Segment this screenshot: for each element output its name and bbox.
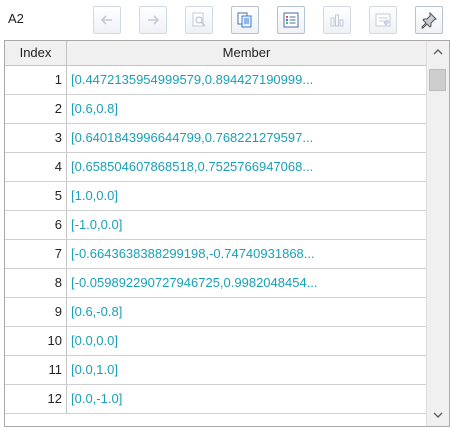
vertical-scrollbar[interactable] <box>426 41 449 426</box>
table-row[interactable]: 5 [1.0,0.0] <box>5 182 426 211</box>
table-row[interactable]: 11 [0.0,1.0] <box>5 356 426 385</box>
row-index: 6 <box>5 211 67 239</box>
arrow-right-icon <box>148 15 160 25</box>
pin-icon <box>421 11 437 29</box>
member-cell[interactable]: [0.0,0.0] <box>67 327 426 355</box>
chevron-down-icon <box>433 412 443 418</box>
table-row[interactable]: 8 [-0.059892290727946725,0.9982048454... <box>5 269 426 298</box>
back-button[interactable] <box>93 6 121 34</box>
bar-chart-icon <box>330 14 344 27</box>
row-index: 11 <box>5 356 67 384</box>
value-table: Index Member 1 [0.4472135954999579,0.8944… <box>4 40 450 427</box>
row-index: 1 <box>5 66 67 94</box>
member-cell[interactable]: [0.4472135954999579,0.894427190999... <box>67 66 426 94</box>
member-cell[interactable]: [-1.0,0.0] <box>67 211 426 239</box>
cell-reference: A2 <box>8 11 24 26</box>
table-row[interactable]: 2 [0.6,0.8] <box>5 95 426 124</box>
member-cell[interactable]: [-0.059892290727946725,0.9982048454... <box>67 269 426 297</box>
table-row[interactable]: 9 [0.6,-0.8] <box>5 298 426 327</box>
table-row[interactable]: 1 [0.4472135954999579,0.894427190999... <box>5 66 426 95</box>
properties-icon <box>375 13 391 27</box>
table-row[interactable]: 12 [0.0,-1.0] <box>5 385 426 414</box>
column-header-index[interactable]: Index <box>5 41 67 65</box>
list-button[interactable] <box>277 6 305 34</box>
scroll-down-button[interactable] <box>427 404 449 426</box>
list-icon <box>283 12 299 28</box>
row-index: 12 <box>5 385 67 413</box>
row-index: 10 <box>5 327 67 355</box>
pin-button[interactable] <box>415 6 443 34</box>
chart-button[interactable] <box>323 6 351 34</box>
copy-button[interactable] <box>231 6 259 34</box>
properties-button[interactable] <box>369 6 397 34</box>
chevron-up-icon <box>433 49 443 55</box>
row-index: 9 <box>5 298 67 326</box>
member-cell[interactable]: [0.658504607868518,0.7525766947068... <box>67 153 426 181</box>
row-index: 4 <box>5 153 67 181</box>
forward-button[interactable] <box>139 6 167 34</box>
row-index: 5 <box>5 182 67 210</box>
member-cell[interactable]: [-0.6643638388299198,-0.74740931868... <box>67 240 426 268</box>
row-index: 3 <box>5 124 67 152</box>
row-index: 2 <box>5 95 67 123</box>
member-cell[interactable]: [0.6,-0.8] <box>67 298 426 326</box>
row-index: 7 <box>5 240 67 268</box>
table-row[interactable]: 3 [0.6401843996644799,0.768221279597... <box>5 124 426 153</box>
member-cell[interactable]: [0.0,-1.0] <box>67 385 426 413</box>
row-index: 8 <box>5 269 67 297</box>
preview-button[interactable] <box>185 6 213 34</box>
magnifier-page-icon <box>192 12 206 27</box>
member-cell[interactable]: [0.6401843996644799,0.768221279597... <box>67 124 426 152</box>
copy-icon <box>237 12 252 28</box>
table-row[interactable]: 10 [0.0,0.0] <box>5 327 426 356</box>
table-row[interactable]: 6 [-1.0,0.0] <box>5 211 426 240</box>
column-header-member[interactable]: Member <box>67 41 426 65</box>
scrollbar-thumb[interactable] <box>429 69 446 91</box>
member-cell[interactable]: [0.6,0.8] <box>67 95 426 123</box>
member-cell[interactable]: [1.0,0.0] <box>67 182 426 210</box>
table-row[interactable]: 7 [-0.6643638388299198,-0.74740931868... <box>5 240 426 269</box>
scroll-up-button[interactable] <box>427 41 449 63</box>
table-row[interactable]: 4 [0.658504607868518,0.7525766947068... <box>5 153 426 182</box>
table-header: Index Member <box>5 41 426 66</box>
table-body: 1 [0.4472135954999579,0.894427190999... 2… <box>5 66 426 414</box>
member-cell[interactable]: [0.0,1.0] <box>67 356 426 384</box>
arrow-left-icon <box>100 15 112 25</box>
toolbar: A2 <box>0 0 450 38</box>
